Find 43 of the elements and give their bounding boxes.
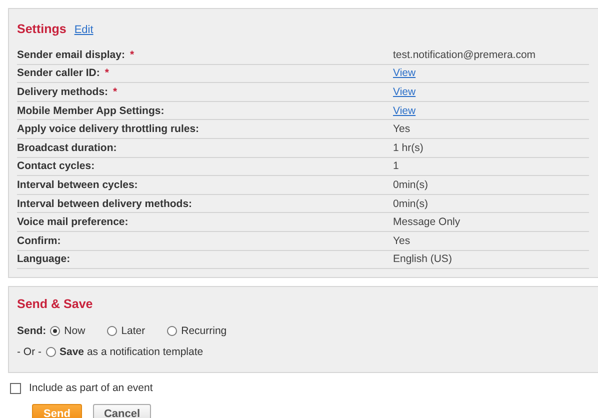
cancel-button[interactable]: Cancel bbox=[93, 404, 151, 418]
field-value: Message Only bbox=[393, 216, 460, 228]
radio-button[interactable] bbox=[167, 326, 178, 336]
field-value: 1 bbox=[393, 160, 399, 172]
field-value: test.notification@premera.com bbox=[393, 48, 536, 61]
checkbox-label: Include as part of an event bbox=[29, 382, 153, 394]
field-label: Mobile Member App Settings: bbox=[17, 104, 164, 117]
view-link[interactable]: View bbox=[393, 104, 416, 117]
field-label: Confirm: bbox=[17, 234, 61, 247]
field-label: Interval between delivery methods: bbox=[17, 198, 192, 210]
field-label: Broadcast duration: bbox=[17, 142, 117, 154]
field-label: Interval between cycles: bbox=[17, 178, 138, 191]
section-title: Settings bbox=[17, 22, 66, 36]
field-value: English (US) bbox=[393, 253, 452, 266]
checkbox[interactable] bbox=[10, 382, 21, 394]
field-value: Yes bbox=[393, 123, 410, 136]
field-label: Apply voice delivery throttling rules: bbox=[17, 123, 200, 136]
view-link[interactable]: View bbox=[393, 67, 416, 80]
field-label: Language: bbox=[17, 253, 70, 266]
field-label: Voice mail preference: bbox=[17, 216, 128, 228]
field-value: Yes bbox=[393, 234, 410, 247]
or-label: - Or - bbox=[17, 346, 42, 358]
option-label: Later bbox=[121, 324, 146, 337]
radio-button[interactable] bbox=[46, 346, 56, 357]
send-label: Send: bbox=[17, 324, 46, 337]
option-label: Now bbox=[64, 324, 86, 337]
required-mark: * bbox=[113, 86, 118, 98]
field-label: Sender email display: bbox=[17, 48, 125, 61]
view-link[interactable]: View bbox=[393, 86, 416, 98]
field-value: 1 hr(s) bbox=[393, 142, 424, 154]
edit-link[interactable]: Edit bbox=[74, 24, 94, 36]
field-value: 0min(s) bbox=[393, 198, 428, 210]
field-label: Sender caller ID: bbox=[17, 67, 100, 80]
field-value: 0min(s) bbox=[393, 178, 428, 191]
radio-button[interactable] bbox=[107, 326, 118, 336]
section-title: Send & Save bbox=[17, 297, 94, 312]
field-label: Delivery methods: bbox=[17, 86, 108, 98]
radio-button[interactable] bbox=[50, 326, 60, 336]
option-label: Recurring bbox=[181, 324, 227, 337]
required-mark: * bbox=[104, 67, 109, 80]
option-label: Save as a notification template bbox=[60, 346, 204, 358]
required-mark: * bbox=[130, 48, 134, 61]
field-label: Contact cycles: bbox=[17, 160, 95, 172]
